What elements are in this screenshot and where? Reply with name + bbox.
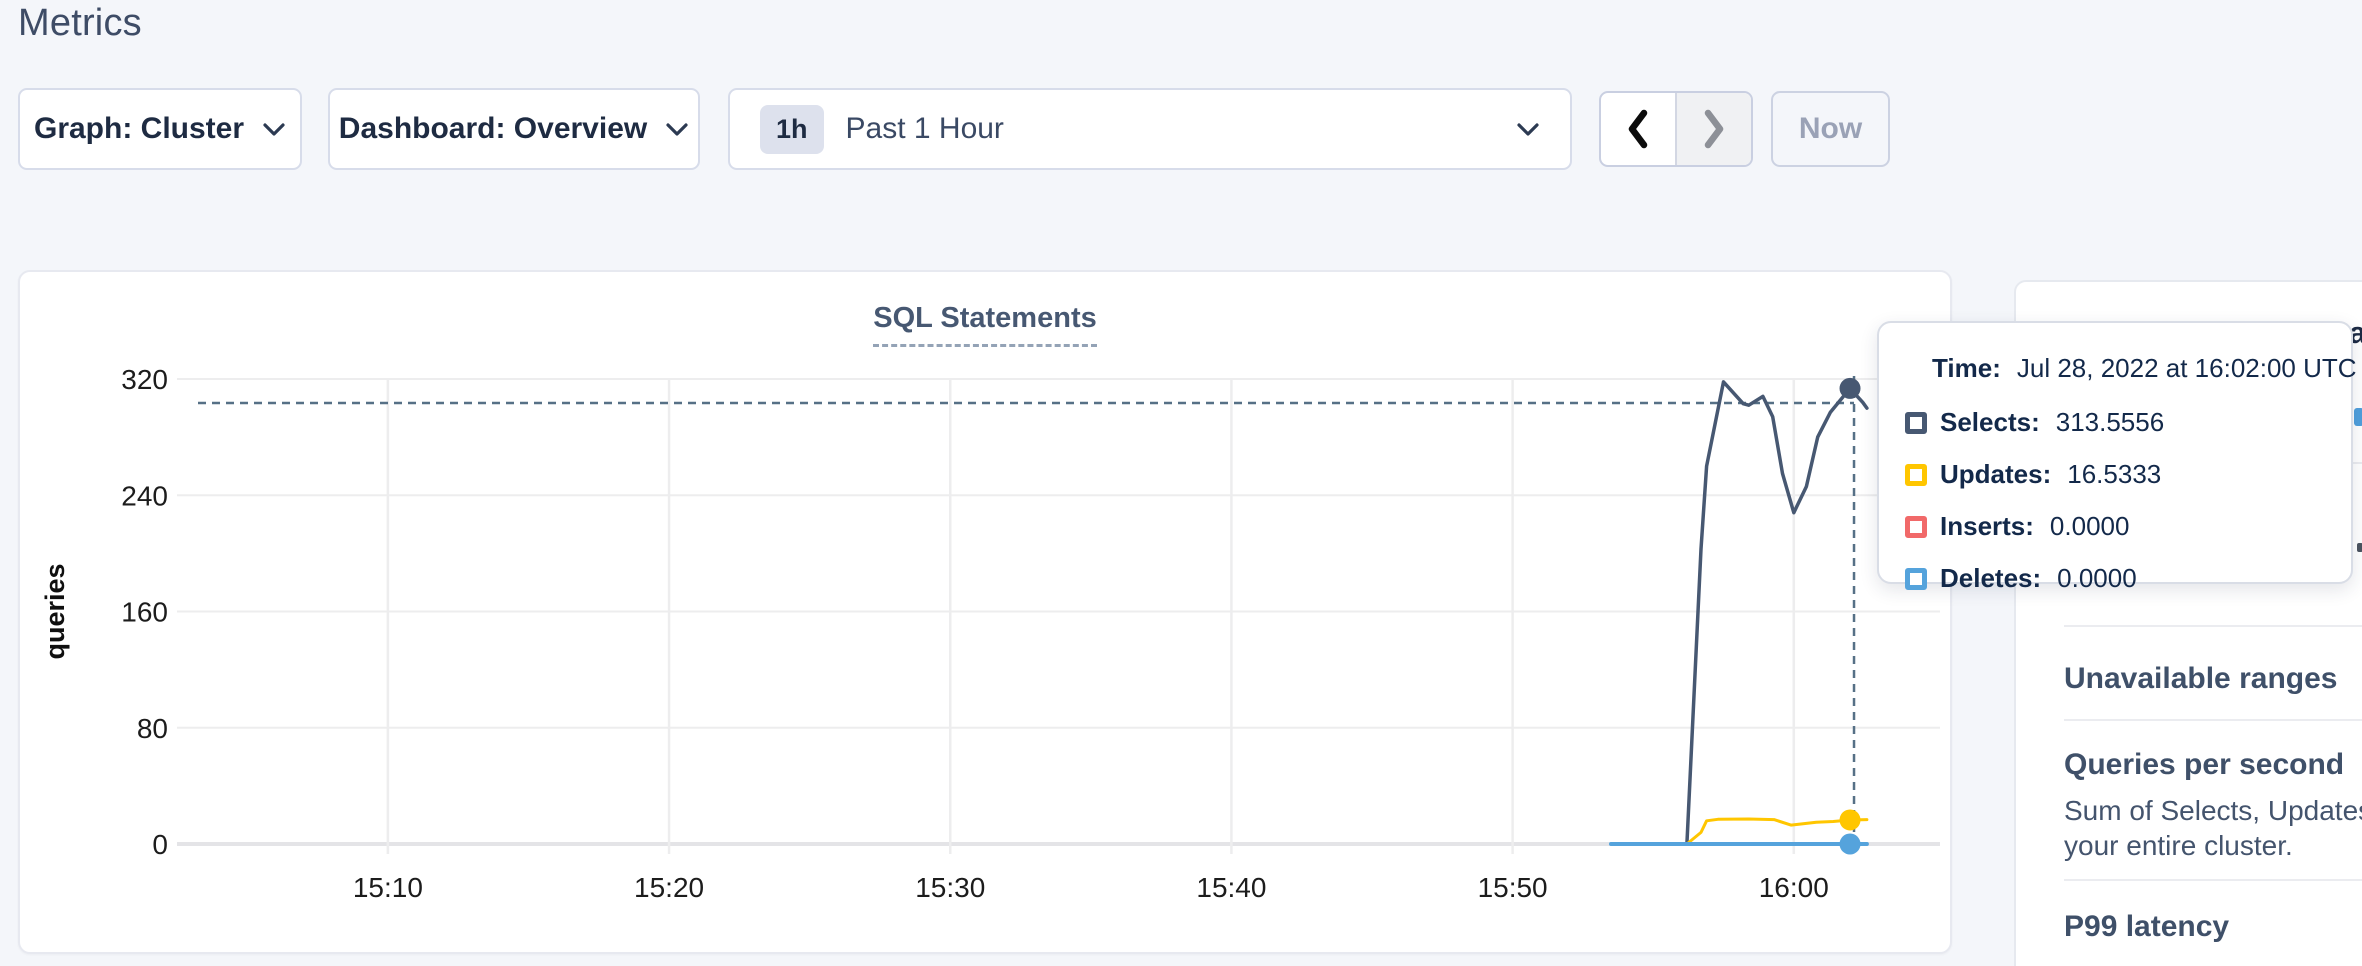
- tooltip-series-row: Selects: 313.5556: [1905, 407, 2331, 438]
- tooltip-series-label: Inserts:: [1940, 511, 2034, 542]
- sidebar-chart-heading: P99 latency: [2064, 909, 2362, 945]
- tooltip-time-label: Time:: [1932, 353, 2001, 383]
- sidebar-divider: [2064, 625, 2362, 627]
- now-button[interactable]: Now: [1771, 91, 1890, 167]
- chevron-down-icon: [262, 121, 286, 137]
- chart-hover-tooltip: Time:Jul 28, 2022 at 16:02:00 UTC Select…: [1877, 321, 2353, 584]
- clipped-link-fragment: [2354, 408, 2362, 426]
- tooltip-series-row: Inserts: 0.0000: [1905, 511, 2331, 542]
- tooltip-time-row: Time:Jul 28, 2022 at 16:02:00 UTC: [1932, 353, 2331, 384]
- graph-dropdown[interactable]: Graph: Cluster: [18, 88, 302, 170]
- next-timespan-button[interactable]: [1675, 93, 1751, 165]
- chevron-left-icon: [1625, 108, 1651, 150]
- series-swatch-icon: [1905, 516, 1927, 538]
- tooltip-series-label: Selects:: [1940, 407, 2040, 438]
- chart-title-wrap: SQL Statements: [18, 302, 1952, 347]
- series-swatch-icon: [1905, 568, 1927, 590]
- sidebar-chart-heading: Unavailable ranges: [2064, 661, 2362, 697]
- tooltip-series-row: Updates: 16.5333: [1905, 459, 2331, 490]
- tooltip-series-label: Deletes:: [1940, 563, 2041, 594]
- dashboard-dropdown[interactable]: Dashboard: Overview: [328, 88, 700, 170]
- tooltip-series-row: Deletes: 0.0000: [1905, 563, 2331, 594]
- tooltip-series-value: 16.5333: [2067, 459, 2161, 490]
- sidebar-chart-description: Sum of Selects, Updates, Inseryour entir…: [2064, 793, 2362, 863]
- sidebar-chart-heading: Queries per second: [2064, 747, 2362, 783]
- chevron-down-icon: [665, 121, 689, 137]
- series-swatch-icon: [1905, 464, 1927, 486]
- sql-statements-chart-card[interactable]: [18, 270, 1952, 954]
- series-swatch-icon: [1905, 412, 1927, 434]
- chevron-down-icon: [1516, 121, 1540, 137]
- clipped-divider-fragment: [2353, 462, 2362, 464]
- tooltip-series-label: Updates:: [1940, 459, 2051, 490]
- clipped-text-fragment: [2357, 543, 2362, 552]
- previous-timespan-button[interactable]: [1601, 93, 1675, 165]
- tooltip-series-value: 313.5556: [2056, 407, 2164, 438]
- tooltip-series-value: 0.0000: [2050, 511, 2130, 542]
- now-button-label: Now: [1799, 112, 1862, 146]
- time-range-badge: 1h: [760, 105, 824, 154]
- chart-title[interactable]: SQL Statements: [873, 302, 1096, 347]
- time-range-dropdown[interactable]: 1h Past 1 Hour: [728, 88, 1572, 170]
- time-range-label: Past 1 Hour: [846, 112, 1004, 146]
- tooltip-series-value: 0.0000: [2057, 563, 2137, 594]
- chevron-right-icon: [1701, 108, 1727, 150]
- dashboard-dropdown-label: Dashboard: Overview: [339, 112, 647, 146]
- sidebar-divider: [2064, 719, 2362, 721]
- tooltip-time-value: Jul 28, 2022 at 16:02:00 UTC: [2017, 353, 2357, 383]
- graph-dropdown-label: Graph: Cluster: [34, 112, 244, 146]
- page-title: Metrics: [18, 2, 142, 45]
- time-nav-group: [1599, 91, 1753, 167]
- sidebar-divider: [2064, 879, 2362, 881]
